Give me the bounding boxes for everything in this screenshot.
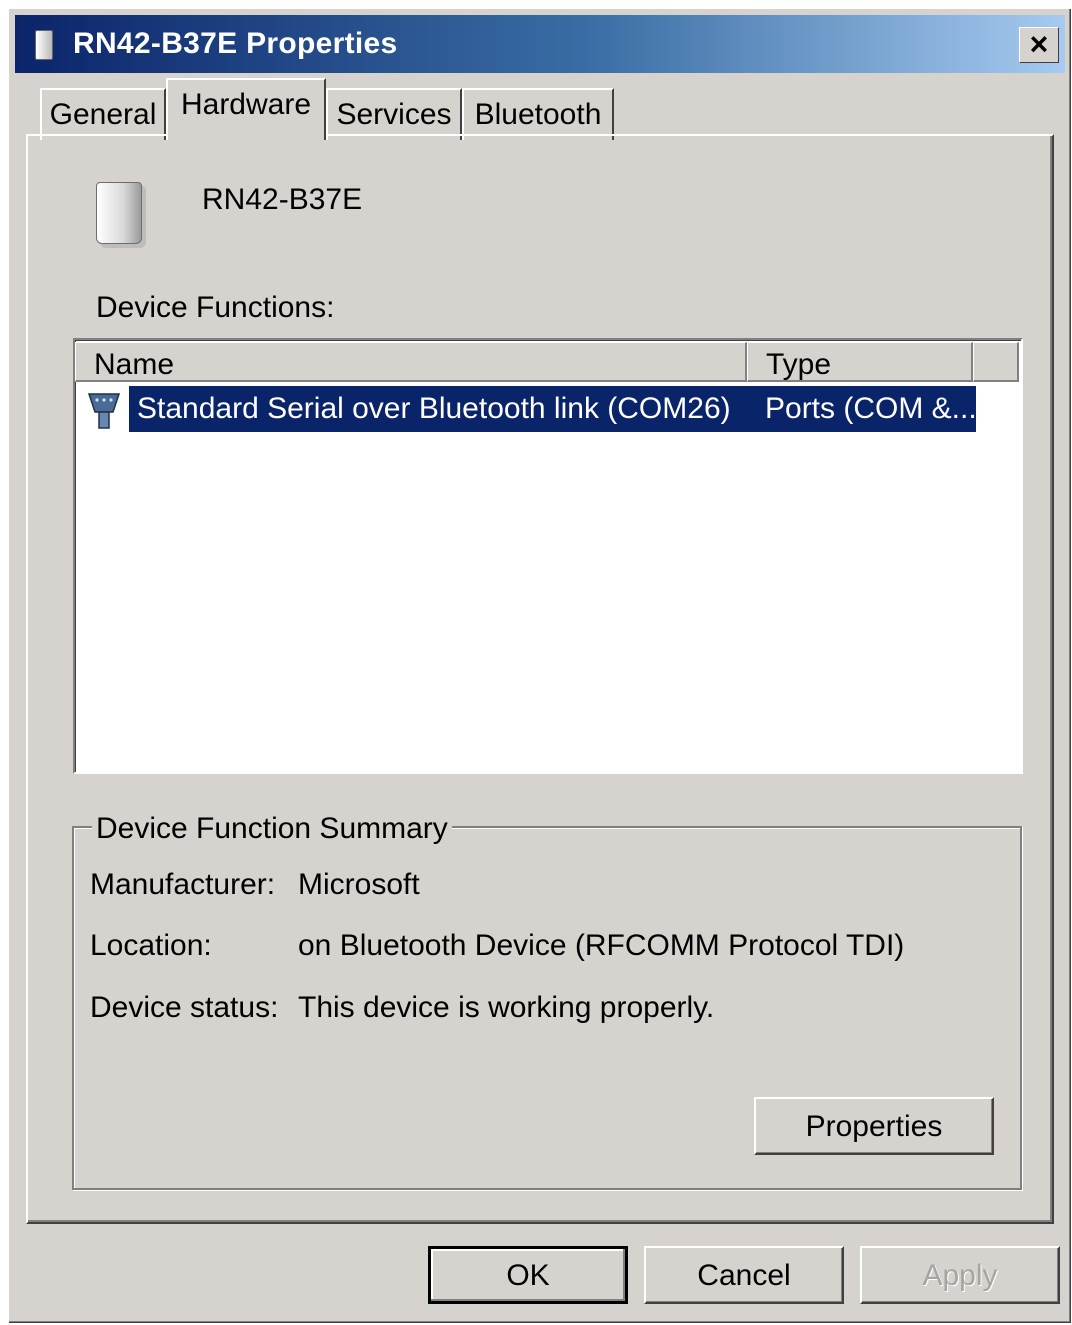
device-functions-label: Device Functions: <box>96 291 335 324</box>
row-type-cell: Ports (COM &... <box>765 392 977 425</box>
ok-button[interactable]: OK <box>428 1246 628 1304</box>
serial-port-icon <box>87 393 121 429</box>
row-name-cell: Standard Serial over Bluetooth link (COM… <box>137 392 731 425</box>
tab-services[interactable]: Services <box>326 88 462 140</box>
column-header-filler <box>973 342 1019 382</box>
device-name: RN42-B37E <box>202 183 363 216</box>
manufacturer-value: Microsoft <box>298 868 420 901</box>
properties-button[interactable]: Properties <box>754 1097 994 1155</box>
location-label: Location: <box>90 929 212 962</box>
window-title: RN42-B37E Properties <box>73 27 398 60</box>
bluetooth-device-icon <box>96 182 142 244</box>
cancel-button[interactable]: Cancel <box>644 1246 844 1304</box>
device-icon <box>35 30 53 60</box>
title-bar[interactable]: RN42-B37E Properties × <box>15 15 1065 73</box>
column-header-type[interactable]: Type <box>747 342 973 382</box>
close-button[interactable]: × <box>1019 27 1059 63</box>
summary-group-title: Device Function Summary <box>92 812 452 846</box>
tab-bluetooth[interactable]: Bluetooth <box>462 88 614 140</box>
device-status-value: This device is working properly. <box>298 991 715 1024</box>
manufacturer-label: Manufacturer: <box>90 868 276 901</box>
tab-general[interactable]: General <box>40 88 166 140</box>
device-functions-list[interactable]: Name Type Standard Serial over Bluetooth… <box>73 338 1023 774</box>
apply-button[interactable]: Apply <box>860 1246 1060 1304</box>
tab-hardware[interactable]: Hardware <box>166 78 326 140</box>
device-status-label: Device status: <box>90 991 279 1024</box>
column-header-name[interactable]: Name <box>75 342 747 382</box>
location-value: on Bluetooth Device (RFCOMM Protocol TDI… <box>298 929 905 962</box>
